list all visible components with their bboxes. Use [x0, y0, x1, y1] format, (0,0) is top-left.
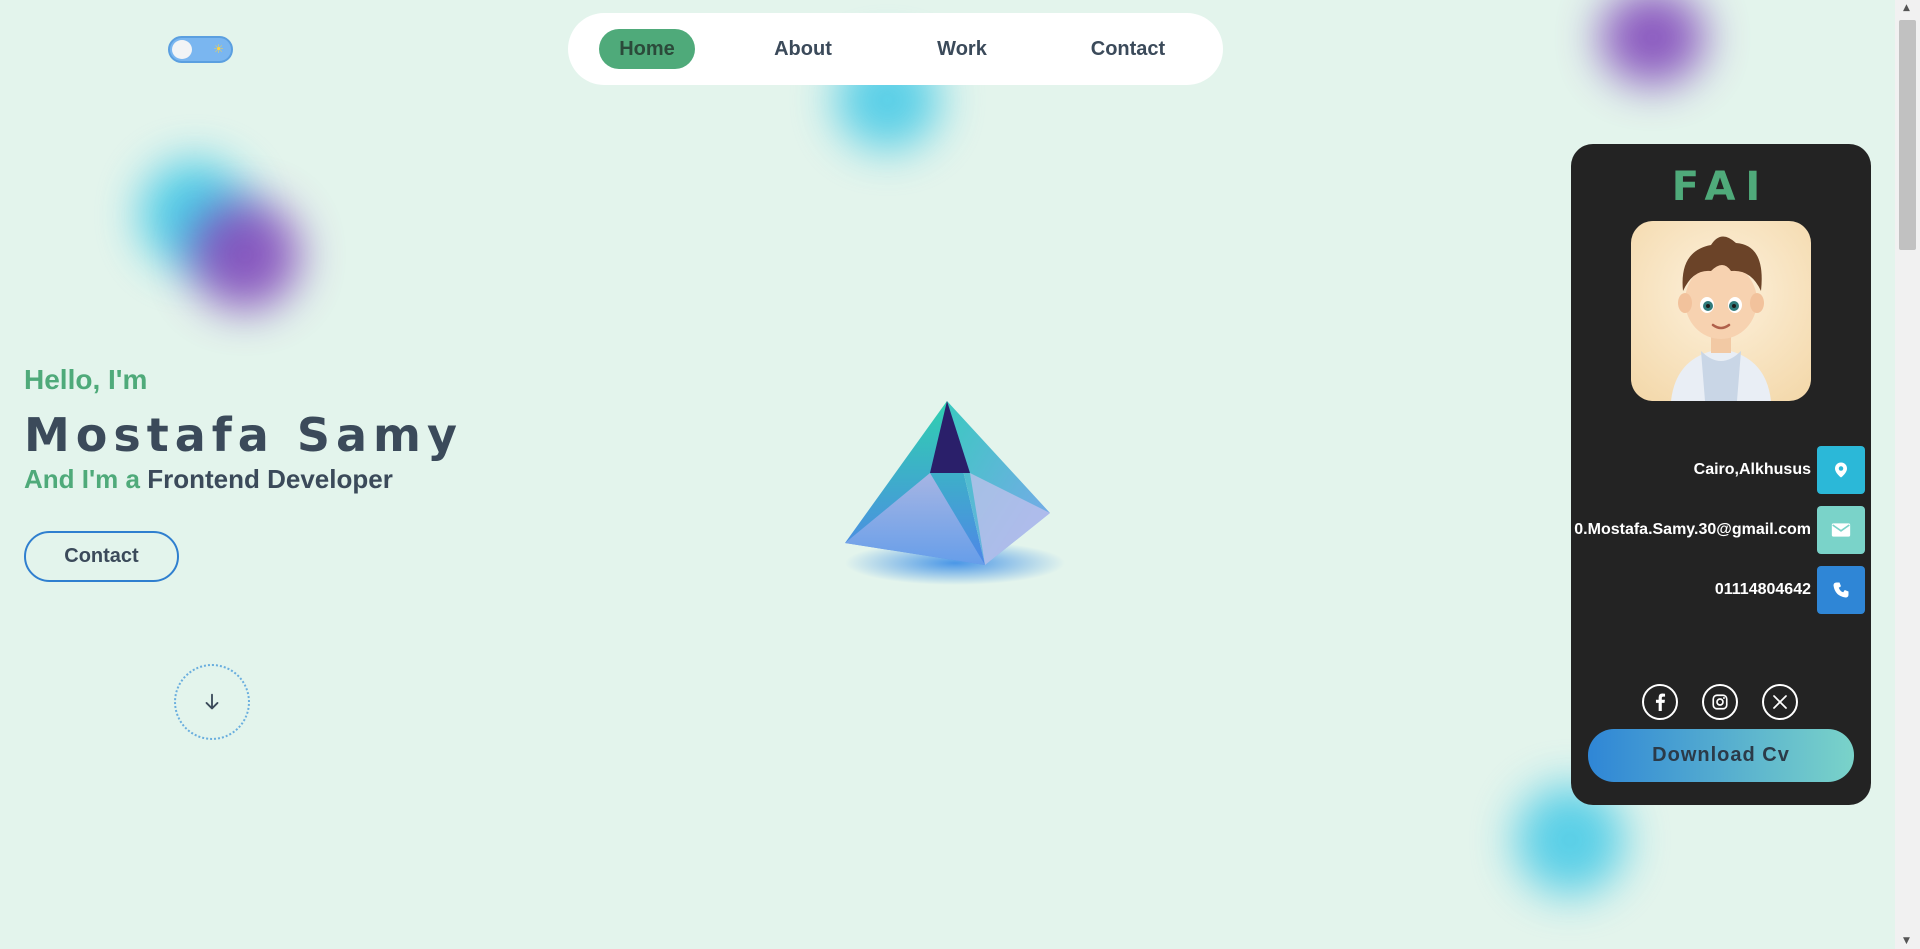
scroll-up-arrow-icon[interactable]: ▲ — [1903, 3, 1910, 13]
nav-about[interactable]: About — [763, 29, 843, 69]
x-icon[interactable] — [1762, 684, 1798, 720]
sun-icon: ☀ — [213, 42, 224, 56]
role-prefix: And I'm a — [24, 464, 140, 494]
phone-icon[interactable] — [1817, 566, 1865, 614]
email-row: 0.Mostafa.Samy.30@gmail.com — [1574, 506, 1865, 554]
email-text: 0.Mostafa.Samy.30@gmail.com — [1574, 521, 1811, 538]
nav-contact[interactable]: Contact — [1078, 29, 1178, 69]
scroll-down-arrow-icon[interactable]: ▼ — [1903, 936, 1910, 946]
scroll-down-button[interactable] — [174, 664, 250, 740]
toggle-knob — [172, 40, 192, 59]
nav-home[interactable]: Home — [599, 29, 695, 69]
nav-work[interactable]: Work — [927, 29, 997, 69]
arrow-down-icon — [205, 693, 219, 710]
hero-name: Mostafa Samy — [24, 408, 463, 462]
pyramid-illustration — [845, 401, 1065, 585]
profile-card: FAI Cairo,Alkhusus 0.Mostafa.Samy.30@gma… — [1571, 144, 1871, 805]
page-scrollbar[interactable]: ▲ ▼ — [1895, 0, 1920, 949]
location-row: Cairo,Alkhusus — [1694, 446, 1865, 494]
logo: FAI — [1671, 164, 1771, 210]
role-title: Frontend Developer — [147, 464, 393, 494]
contact-button[interactable]: Contact — [24, 531, 179, 582]
download-cv-button[interactable]: Download Cv — [1588, 729, 1854, 782]
main-nav: Home About Work Contact — [568, 13, 1223, 85]
background-blob-purple — [1600, 0, 1705, 85]
location-text: Cairo,Alkhusus — [1693, 461, 1811, 478]
background-blob-purple — [190, 200, 300, 310]
facebook-icon[interactable] — [1642, 684, 1678, 720]
avatar — [1631, 221, 1811, 401]
theme-toggle[interactable]: ☀ — [168, 36, 233, 63]
location-icon[interactable] — [1817, 446, 1865, 494]
avatar-illustration — [1671, 236, 1771, 401]
phone-row: 01114804642 — [1715, 566, 1865, 614]
greeting: Hello, I'm — [24, 364, 148, 395]
scrollbar-thumb[interactable] — [1899, 20, 1916, 250]
phone-text: 01114804642 — [1714, 581, 1811, 598]
hero-role: And I'm a Frontend Developer — [24, 464, 393, 495]
email-icon[interactable] — [1817, 506, 1865, 554]
instagram-icon[interactable] — [1702, 684, 1738, 720]
